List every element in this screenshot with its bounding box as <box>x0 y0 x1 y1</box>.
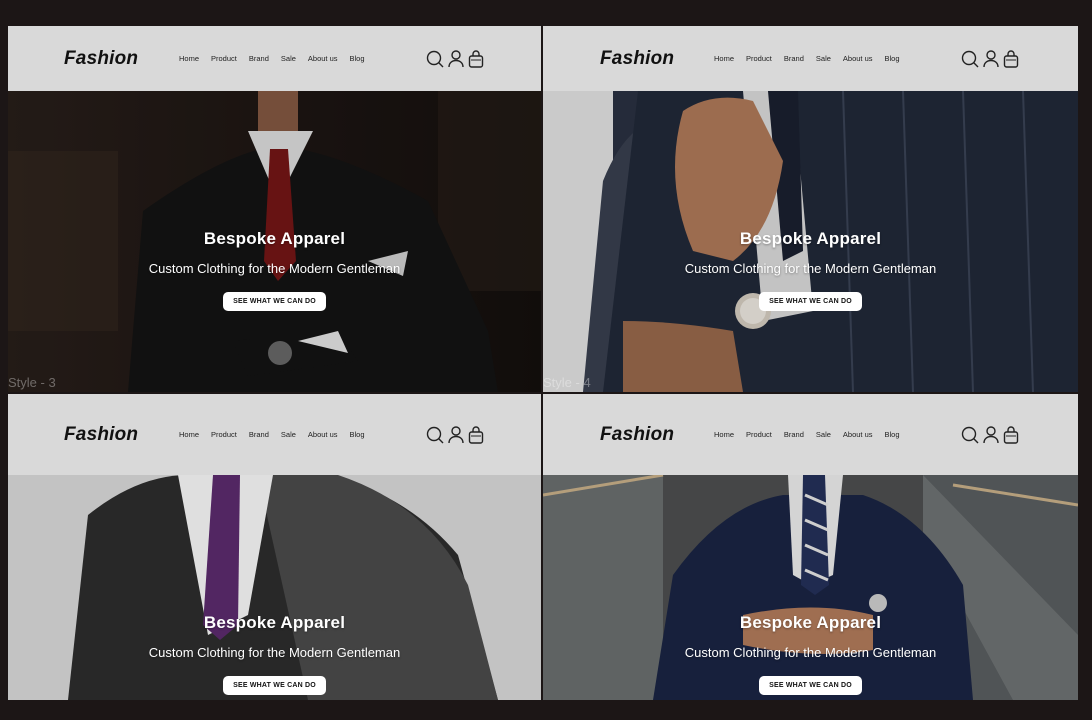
logo[interactable]: Fashion <box>64 424 138 446</box>
bag-icon[interactable] <box>468 49 484 68</box>
cta-button[interactable]: SEE WHAT WE CAN DO <box>759 292 862 311</box>
nav-item-brand[interactable]: Brand <box>784 54 804 63</box>
hero-banner: Bespoke Apparel Custom Clothing for the … <box>8 91 541 392</box>
nav-item-product[interactable]: Product <box>211 430 237 439</box>
nav-item-blog[interactable]: Blog <box>350 430 365 439</box>
nav-item-brand[interactable]: Brand <box>249 54 269 63</box>
nav-item-blog[interactable]: Blog <box>885 430 900 439</box>
user-icon[interactable] <box>448 49 464 68</box>
hero-subtitle: Custom Clothing for the Modern Gentleman <box>684 261 937 276</box>
search-icon[interactable] <box>426 426 444 444</box>
design-panel-style-4: Fashion Home Product Brand Sale About us… <box>543 26 1078 392</box>
nav-menu: Home Product Brand Sale About us Blog <box>714 430 912 439</box>
hero-content: Bespoke Apparel Custom Clothing for the … <box>543 229 1078 311</box>
nav-item-blog[interactable]: Blog <box>350 54 365 63</box>
hero-banner: Bespoke Apparel Custom Clothing for the … <box>8 475 541 700</box>
style-label: Style - 3 <box>8 375 56 390</box>
nav-item-sale[interactable]: Sale <box>816 430 831 439</box>
nav-item-home[interactable]: Home <box>179 54 199 63</box>
nav-item-about[interactable]: About us <box>843 54 873 63</box>
search-icon[interactable] <box>961 50 979 68</box>
nav-item-product[interactable]: Product <box>746 430 772 439</box>
hero-title: Bespoke Apparel <box>739 613 882 632</box>
bag-icon[interactable] <box>468 425 484 444</box>
hero-subtitle: Custom Clothing for the Modern Gentleman <box>148 261 401 276</box>
nav-item-sale[interactable]: Sale <box>281 54 296 63</box>
hero-title: Bespoke Apparel <box>203 613 346 632</box>
design-panel-style-3: Fashion Home Product Brand Sale About us… <box>8 26 541 392</box>
user-icon[interactable] <box>983 425 999 444</box>
nav-menu: Home Product Brand Sale About us Blog <box>179 430 377 439</box>
hero-banner: Bespoke Apparel Custom Clothing for the … <box>543 91 1078 392</box>
cta-button[interactable]: SEE WHAT WE CAN DO <box>223 292 326 311</box>
nav-item-about[interactable]: About us <box>843 430 873 439</box>
site-header: Fashion Home Product Brand Sale About us… <box>543 394 1078 475</box>
logo[interactable]: Fashion <box>600 48 674 70</box>
site-header: Fashion Home Product Brand Sale About us… <box>543 26 1078 91</box>
nav-item-product[interactable]: Product <box>211 54 237 63</box>
design-panel-purple-tie: Fashion Home Product Brand Sale About us… <box>8 394 541 700</box>
user-icon[interactable] <box>983 49 999 68</box>
nav-menu: Home Product Brand Sale About us Blog <box>714 54 912 63</box>
nav-item-sale[interactable]: Sale <box>816 54 831 63</box>
bag-icon[interactable] <box>1003 49 1019 68</box>
nav-item-sale[interactable]: Sale <box>281 430 296 439</box>
nav-item-home[interactable]: Home <box>714 54 734 63</box>
nav-item-home[interactable]: Home <box>179 430 199 439</box>
header-icons <box>961 425 1019 444</box>
site-header: Fashion Home Product Brand Sale About us… <box>8 394 541 475</box>
logo[interactable]: Fashion <box>600 424 674 446</box>
hero-content: Bespoke Apparel Custom Clothing for the … <box>8 613 541 695</box>
nav-item-brand[interactable]: Brand <box>784 430 804 439</box>
user-icon[interactable] <box>448 425 464 444</box>
header-icons <box>426 49 484 68</box>
site-header: Fashion Home Product Brand Sale About us… <box>8 26 541 91</box>
nav-item-about[interactable]: About us <box>308 430 338 439</box>
hero-banner: Bespoke Apparel Custom Clothing for the … <box>543 475 1078 700</box>
header-icons <box>961 49 1019 68</box>
bag-icon[interactable] <box>1003 425 1019 444</box>
search-icon[interactable] <box>961 426 979 444</box>
cta-button[interactable]: SEE WHAT WE CAN DO <box>223 676 326 695</box>
hero-content: Bespoke Apparel Custom Clothing for the … <box>543 613 1078 695</box>
nav-item-blog[interactable]: Blog <box>885 54 900 63</box>
nav-menu: Home Product Brand Sale About us Blog <box>179 54 377 63</box>
logo[interactable]: Fashion <box>64 48 138 70</box>
style-label: Style - 4 <box>543 375 591 390</box>
hero-title: Bespoke Apparel <box>203 229 346 248</box>
hero-subtitle: Custom Clothing for the Modern Gentleman <box>148 645 401 660</box>
nav-item-about[interactable]: About us <box>308 54 338 63</box>
nav-item-brand[interactable]: Brand <box>249 430 269 439</box>
nav-item-product[interactable]: Product <box>746 54 772 63</box>
nav-item-home[interactable]: Home <box>714 430 734 439</box>
hero-title: Bespoke Apparel <box>739 229 882 248</box>
header-icons <box>426 425 484 444</box>
hero-content: Bespoke Apparel Custom Clothing for the … <box>8 229 541 311</box>
design-panel-navy-suit: Fashion Home Product Brand Sale About us… <box>543 394 1078 700</box>
search-icon[interactable] <box>426 50 444 68</box>
hero-subtitle: Custom Clothing for the Modern Gentleman <box>684 645 937 660</box>
cta-button[interactable]: SEE WHAT WE CAN DO <box>759 676 862 695</box>
